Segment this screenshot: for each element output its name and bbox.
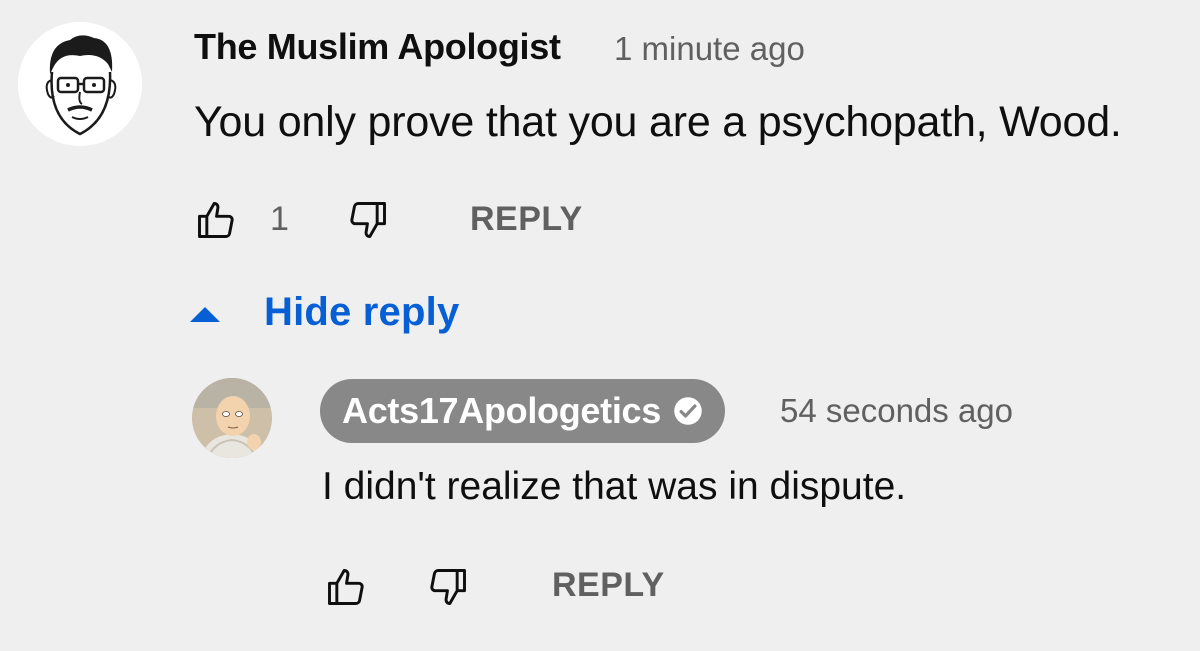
comment-timestamp[interactable]: 1 minute ago [614, 30, 805, 68]
thumbs-down-icon [430, 569, 466, 605]
reply-like-button[interactable] [322, 563, 370, 611]
hide-replies-toggle[interactable]: Hide reply [190, 290, 459, 335]
reply-timestamp[interactable]: 54 seconds ago [780, 392, 1013, 430]
verified-check-icon [673, 396, 703, 426]
comment-text: You only prove that you are a psychopath… [194, 98, 1122, 146]
reply-author-chip[interactable]: Acts17Apologetics [320, 379, 725, 443]
dislike-button[interactable] [344, 196, 392, 244]
anime-character-avatar-icon [192, 378, 272, 458]
reply-author: Acts17Apologetics [342, 390, 661, 431]
like-count: 1 [270, 200, 289, 238]
reply-text: I didn't realize that was in dispute. [322, 465, 907, 508]
reply-reply-button[interactable]: REPLY [552, 566, 665, 605]
like-button[interactable] [192, 196, 240, 244]
hide-replies-label: Hide reply [264, 290, 460, 334]
reply-button[interactable]: REPLY [470, 200, 583, 239]
thumbs-down-icon [350, 202, 386, 238]
cartoon-face-avatar-icon [18, 22, 142, 146]
thumbs-up-icon [198, 202, 234, 238]
reply-avatar[interactable] [192, 378, 272, 458]
comment-author[interactable]: The Muslim Apologist [194, 26, 561, 68]
caret-up-icon [190, 307, 220, 322]
thumbs-up-icon [328, 569, 364, 605]
avatar[interactable] [18, 22, 142, 146]
reply-dislike-button[interactable] [424, 563, 472, 611]
